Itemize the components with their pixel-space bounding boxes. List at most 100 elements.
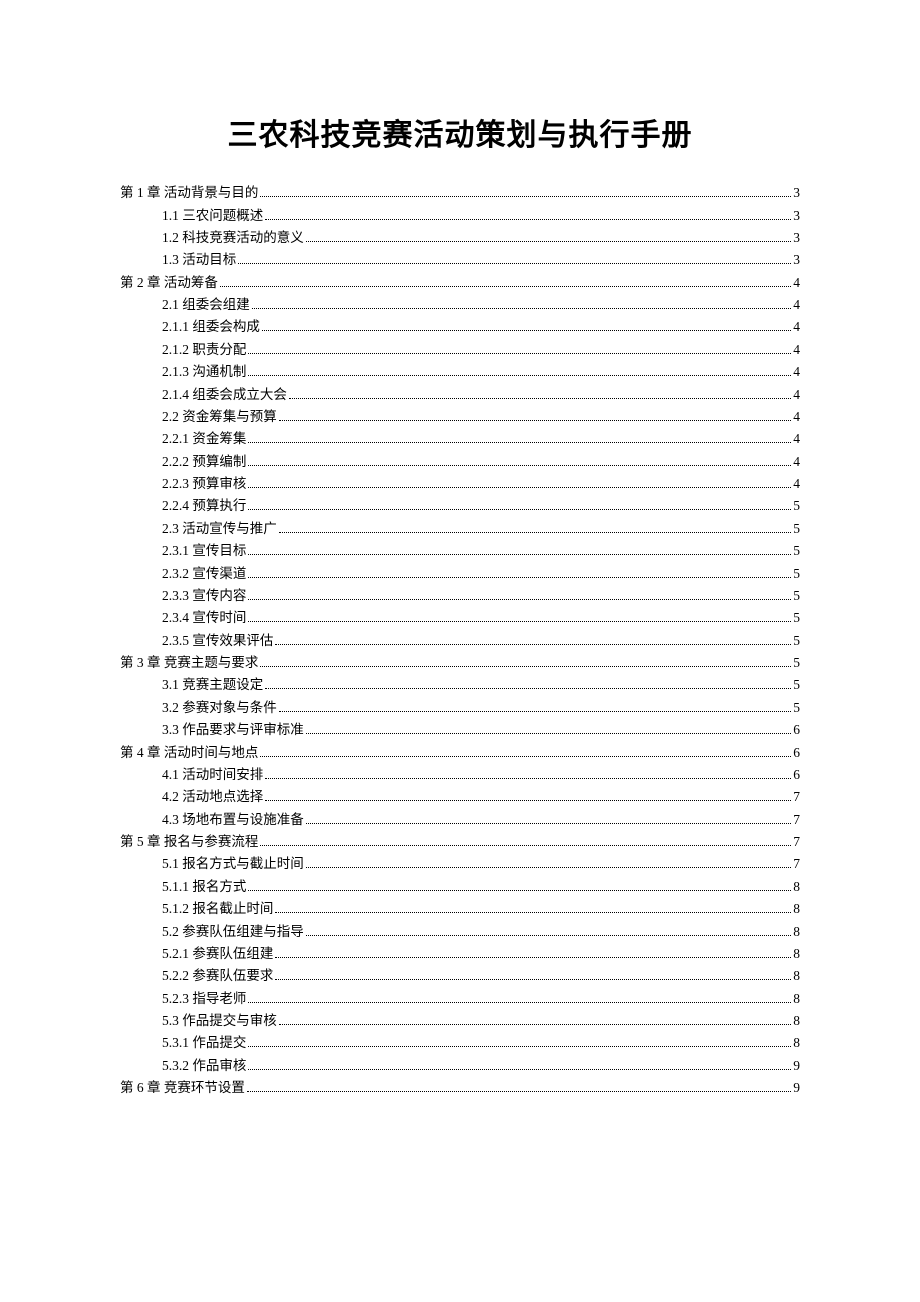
toc-entry-label: 5.3 作品提交与审核 — [162, 1014, 277, 1028]
toc-entry[interactable]: 1.3 活动目标3 — [120, 249, 800, 271]
toc-entry-page: 3 — [793, 253, 800, 267]
toc-leader-dots — [306, 241, 792, 242]
toc-entry[interactable]: 5.2 参赛队伍组建与指导8 — [120, 920, 800, 942]
toc-entry-label: 5.2.2 参赛队伍要求 — [162, 969, 273, 983]
toc-leader-dots — [247, 1091, 791, 1092]
toc-entry[interactable]: 5.2.3 指导老师 8 — [120, 988, 800, 1010]
toc-leader-dots — [248, 375, 791, 376]
toc-leader-dots — [275, 912, 791, 913]
toc-entry-label: 2.2.3 预算审核 — [162, 477, 246, 491]
toc-leader-dots — [248, 1046, 791, 1047]
toc-entry-page: 4 — [793, 477, 800, 491]
toc-entry[interactable]: 4.3 场地布置与设施准备7 — [120, 809, 800, 831]
toc-entry[interactable]: 5.1 报名方式与截止时间7 — [120, 853, 800, 875]
toc-entry-label: 1.1 三农问题概述 — [162, 209, 263, 223]
toc-entry-page: 5 — [793, 544, 800, 558]
toc-entry[interactable]: 2.2 资金筹集与预算4 — [120, 406, 800, 428]
toc-entry[interactable]: 2.3 活动宣传与推广5 — [120, 518, 800, 540]
toc-entry-label: 5.2.3 指导老师 — [162, 992, 246, 1006]
toc-entry[interactable]: 2.3.1 宣传目标 5 — [120, 540, 800, 562]
toc-entry[interactable]: 4.2 活动地点选择 7 — [120, 786, 800, 808]
toc-entry[interactable]: 2.1.4 组委会成立大会4 — [120, 383, 800, 405]
toc-entry-page: 5 — [793, 611, 800, 625]
toc-entry[interactable]: 第 1 章 活动背景与目的3 — [120, 182, 800, 204]
toc-leader-dots — [260, 666, 791, 667]
toc-entry[interactable]: 第 5 章 报名与参赛流程 7 — [120, 831, 800, 853]
toc-entry-label: 4.1 活动时间安排 — [162, 768, 263, 782]
toc-entry[interactable]: 2.3.3 宣传内容5 — [120, 585, 800, 607]
toc-leader-dots — [248, 509, 791, 510]
toc-leader-dots — [260, 756, 791, 757]
toc-entry[interactable]: 2.1.1 组委会构成 4 — [120, 316, 800, 338]
toc-leader-dots — [260, 845, 791, 846]
toc-entry[interactable]: 第 6 章 竞赛环节设置9 — [120, 1077, 800, 1099]
toc-entry-page: 5 — [793, 678, 800, 692]
toc-leader-dots — [248, 890, 791, 891]
toc-entry[interactable]: 2.1.3 沟通机制4 — [120, 361, 800, 383]
toc-entry-page: 7 — [793, 835, 800, 849]
toc-entry-page: 5 — [793, 567, 800, 581]
toc-entry[interactable]: 3.1 竞赛主题设定5 — [120, 674, 800, 696]
toc-entry-page: 3 — [793, 209, 800, 223]
toc-entry[interactable]: 2.3.2 宣传渠道 5 — [120, 562, 800, 584]
toc-entry-label: 4.3 场地布置与设施准备 — [162, 813, 304, 827]
toc-entry-label: 第 2 章 活动筹备 — [120, 276, 218, 290]
toc-entry-page: 5 — [793, 589, 800, 603]
toc-entry[interactable]: 2.3.5 宣传效果评估5 — [120, 630, 800, 652]
toc-leader-dots — [248, 599, 791, 600]
toc-entry-page: 9 — [793, 1059, 800, 1073]
toc-entry-label: 第 1 章 活动背景与目的 — [120, 186, 258, 200]
toc-entry[interactable]: 3.3 作品要求与评审标准6 — [120, 719, 800, 741]
toc-entry-page: 6 — [793, 768, 800, 782]
toc-entry[interactable]: 第 4 章 活动时间与地点6 — [120, 741, 800, 763]
toc-entry-page: 8 — [793, 969, 800, 983]
toc-entry-label: 2.2 资金筹集与预算 — [162, 410, 277, 424]
toc-entry-label: 第 5 章 报名与参赛流程 — [120, 835, 258, 849]
toc-entry[interactable]: 3.2 参赛对象与条件5 — [120, 697, 800, 719]
toc-entry-page: 8 — [793, 880, 800, 894]
toc-entry[interactable]: 2.2.2 预算编制4 — [120, 451, 800, 473]
toc-entry-page: 4 — [793, 343, 800, 357]
toc-entry-label: 2.3.2 宣传渠道 — [162, 567, 246, 581]
toc-entry-page: 5 — [793, 499, 800, 513]
toc-leader-dots — [279, 420, 792, 421]
toc-entry-page: 4 — [793, 365, 800, 379]
toc-entry[interactable]: 5.3.1 作品提交8 — [120, 1032, 800, 1054]
toc-leader-dots — [306, 935, 792, 936]
toc-entry[interactable]: 2.3.4 宣传时间5 — [120, 607, 800, 629]
toc-entry[interactable]: 1.2 科技竞赛活动的意义3 — [120, 227, 800, 249]
toc-entry-label: 2.1.1 组委会构成 — [162, 320, 260, 334]
toc-entry-label: 5.1 报名方式与截止时间 — [162, 857, 304, 871]
toc-entry-page: 5 — [793, 656, 800, 670]
toc-entry[interactable]: 2.1.2 职责分配 4 — [120, 339, 800, 361]
toc-entry[interactable]: 1.1 三农问题概述 3 — [120, 204, 800, 226]
toc-entry[interactable]: 4.1 活动时间安排 6 — [120, 764, 800, 786]
toc-entry[interactable]: 5.2.1 参赛队伍组建8 — [120, 943, 800, 965]
toc-entry[interactable]: 2.2.1 资金筹集4 — [120, 428, 800, 450]
toc-entry-label: 5.3.1 作品提交 — [162, 1036, 246, 1050]
toc-entry[interactable]: 2.2.3 预算审核 4 — [120, 473, 800, 495]
toc-entry[interactable]: 5.2.2 参赛队伍要求 8 — [120, 965, 800, 987]
toc-entry[interactable]: 5.3.2 作品审核9 — [120, 1055, 800, 1077]
toc-leader-dots — [279, 711, 792, 712]
toc-entry-page: 8 — [793, 992, 800, 1006]
toc-leader-dots — [265, 219, 791, 220]
toc-entry[interactable]: 第 2 章 活动筹备4 — [120, 272, 800, 294]
page-title: 三农科技竞赛活动策划与执行手册 — [120, 110, 800, 154]
toc-entry[interactable]: 5.1.2 报名截止时间8 — [120, 898, 800, 920]
toc-entry-label: 2.3.1 宣传目标 — [162, 544, 246, 558]
toc-entry[interactable]: 5.3 作品提交与审核8 — [120, 1010, 800, 1032]
toc-entry-label: 第 6 章 竞赛环节设置 — [120, 1081, 245, 1095]
toc-leader-dots — [248, 442, 791, 443]
toc-entry[interactable]: 2.2.4 预算执行5 — [120, 495, 800, 517]
toc-leader-dots — [248, 577, 791, 578]
toc-entry-page: 7 — [793, 790, 800, 804]
toc-entry[interactable]: 第 3 章 竞赛主题与要求5 — [120, 652, 800, 674]
toc-entry-page: 4 — [793, 320, 800, 334]
toc-entry[interactable]: 5.1.1 报名方式8 — [120, 876, 800, 898]
toc-leader-dots — [248, 1002, 791, 1003]
toc-entry-label: 4.2 活动地点选择 — [162, 790, 263, 804]
toc-entry-label: 2.1.2 职责分配 — [162, 343, 246, 357]
toc-entry-page: 5 — [793, 701, 800, 715]
toc-entry[interactable]: 2.1 组委会组建4 — [120, 294, 800, 316]
